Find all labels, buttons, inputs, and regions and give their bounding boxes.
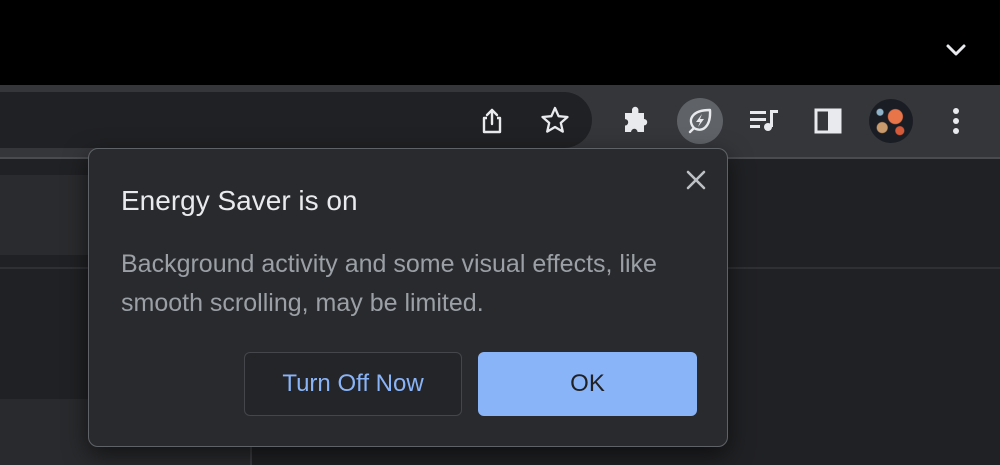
puzzle-piece-icon: [625, 106, 648, 132]
side-panel-button[interactable]: [805, 98, 851, 144]
browser-toolbar: [0, 85, 1000, 157]
close-button[interactable]: [681, 165, 711, 195]
extensions-button[interactable]: [613, 98, 659, 144]
chrome-menu-button[interactable]: [933, 98, 979, 144]
address-bar[interactable]: [0, 92, 592, 148]
chevron-down-icon: [946, 44, 966, 56]
media-controls-button[interactable]: [741, 98, 787, 144]
share-button[interactable]: [472, 100, 512, 140]
window-titlebar: [0, 0, 1000, 85]
close-icon: [686, 170, 706, 190]
profile-button[interactable]: [868, 98, 914, 144]
star-icon: [541, 106, 569, 133]
more-vertical-icon: [953, 108, 959, 134]
share-icon: [482, 108, 502, 134]
bubble-description: Background activity and some visual effe…: [121, 250, 657, 317]
queue-music-icon: [750, 110, 778, 131]
leaf-bolt-icon: [688, 108, 712, 134]
bubble-title: Energy Saver is on: [121, 185, 358, 216]
avatar: [869, 99, 913, 143]
energy-saver-bubble: Energy Saver is on Background activity a…: [88, 148, 728, 447]
energy-saver-button[interactable]: [677, 98, 723, 144]
ok-button[interactable]: OK: [478, 352, 697, 416]
side-panel-icon: [814, 108, 842, 134]
tab-search-button[interactable]: [938, 32, 974, 68]
bookmark-button[interactable]: [535, 100, 575, 140]
turn-off-now-button[interactable]: Turn Off Now: [244, 352, 462, 416]
